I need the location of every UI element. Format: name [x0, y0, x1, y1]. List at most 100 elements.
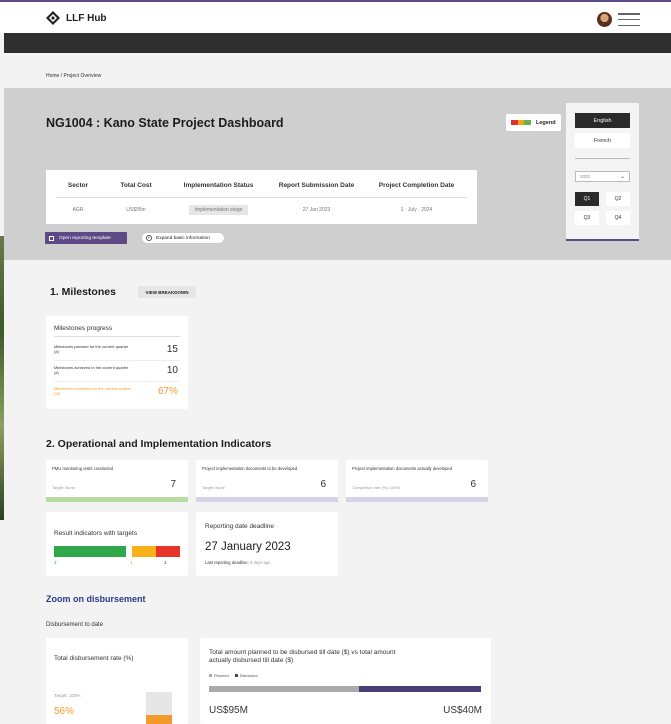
legend-disbursed-label: Disbursed	[239, 673, 258, 678]
header-sector: Sector	[67, 182, 89, 189]
status-bar-green	[46, 497, 188, 502]
amount-legend: Planned Disbursed	[209, 673, 258, 678]
logo-icon	[46, 11, 60, 25]
pmu-value: 7	[170, 479, 176, 490]
french-button[interactable]: French	[575, 133, 630, 148]
result-green-count: 3	[54, 560, 57, 565]
row-divider	[54, 360, 180, 361]
legend-planned-label: Planned	[214, 673, 229, 678]
background-photo-strip	[0, 236, 4, 520]
status-badge: Implementation stage	[188, 205, 249, 215]
disbursement-rate-card: Total disbursement rate (%) Target: 100%…	[46, 638, 188, 724]
expand-label: Expand basic information	[156, 235, 210, 241]
value-sector: AGR	[72, 207, 84, 213]
deadline-date: 27 January 2023	[205, 541, 291, 553]
app-logo[interactable]: LLF Hub	[46, 11, 107, 25]
open-reporting-template-button[interactable]: Open reporting template	[45, 232, 127, 244]
expand-basic-info-button[interactable]: ‣ Expand basic information	[141, 232, 225, 244]
header-total-cost: Total Cost	[120, 182, 152, 189]
planned-value: 15	[166, 344, 178, 355]
amount-bar-disbursed	[358, 686, 481, 692]
completed-label: Milestones completed in the current quar…	[54, 386, 131, 397]
status-bar-lavender	[346, 497, 488, 502]
quarter-q3-button[interactable]: Q3	[575, 211, 599, 225]
value-report-submission-date: 27 Jan 2023	[302, 207, 331, 213]
status-bar-lavender	[196, 497, 338, 502]
docs-developed-card: Project implementation documents actuall…	[346, 460, 488, 502]
docs-to-develop-card: Project implementation documents to be d…	[196, 460, 338, 502]
quarter-q2-button[interactable]: Q2	[606, 192, 630, 206]
milestones-title: 1. Milestones	[50, 286, 116, 298]
disbursement-to-date-label: Disbursement to date	[46, 622, 104, 628]
project-info-table: Sector Total Cost Implementation Status …	[46, 170, 477, 224]
legend-label: Legend	[536, 119, 556, 126]
year-select-value: 2022	[580, 174, 591, 179]
secondary-nav-bar	[4, 33, 671, 53]
english-button[interactable]: English	[575, 113, 630, 128]
last-deadline-value: 9 days ago	[249, 560, 271, 565]
rate-target: Target: 100%	[54, 693, 81, 698]
view-breakdown-button[interactable]: VIEW BREAKDOWN	[138, 286, 196, 298]
docs-actual-label: Project implementation documents actuall…	[352, 466, 453, 471]
card-divider	[54, 336, 180, 337]
docs-dev-label: Project implementation documents to be d…	[202, 466, 298, 471]
quarter-q4-button[interactable]: Q4	[606, 211, 630, 225]
page-title: NG1004 : Kano State Project Dashboard	[46, 116, 284, 130]
app-name: LLF Hub	[66, 12, 107, 24]
value-total-cost: US$95m	[126, 207, 146, 213]
planned-label: Milestones planned for the current quart…	[54, 344, 129, 355]
pmu-label: PMU monitoring visits conducted	[52, 466, 113, 471]
rate-bar-track	[146, 692, 172, 724]
rate-title: Total disbursement rate (%)	[54, 655, 134, 662]
header-report-submission-date: Report Submission Date	[278, 182, 355, 189]
value-implementation-status: Implementation stage	[176, 205, 261, 215]
avatar[interactable]	[597, 12, 612, 27]
filter-panel: English French 2022 ⌄ Q1 Q2 Q3 Q4	[566, 103, 639, 241]
header-implementation-status: Implementation Status	[183, 182, 254, 189]
breadcrumb[interactable]: Home / Project Overview	[46, 73, 101, 79]
docs-dev-value: 6	[320, 479, 326, 490]
top-navbar: LLF Hub	[0, 0, 671, 33]
indicators-title: 2. Operational and Implementation Indica…	[46, 438, 272, 450]
legend-button[interactable]: Legend	[506, 114, 561, 131]
year-select[interactable]: 2022 ⌄	[575, 171, 630, 182]
deadline-label: Reporting date deadline	[205, 523, 275, 530]
result-bar-red	[156, 546, 180, 557]
disbursed-amount: US$40M	[443, 705, 482, 716]
table-divider	[56, 197, 467, 198]
amount-title: Total amount planned to be disbursed til…	[209, 649, 396, 665]
header-project-completion-date: Project Completion Date	[378, 182, 455, 189]
panel-divider	[575, 158, 630, 159]
docs-actual-value: 6	[470, 479, 476, 490]
zoom-disbursement-title: Zoom on disbursement	[46, 594, 146, 604]
chevron-down-icon: ⌄	[619, 174, 625, 180]
reporting-deadline-card: Reporting date deadline 27 January 2023 …	[196, 512, 338, 576]
milestones-card-title: Milestones progress	[54, 325, 113, 332]
result-red-count: 1	[164, 560, 167, 565]
last-deadline-label: Last reporting deadline: 9 days ago	[205, 560, 270, 565]
rate-value: 56%	[54, 706, 75, 717]
row-divider	[54, 381, 180, 382]
hamburger-menu-icon[interactable]	[618, 13, 640, 26]
achieved-label: Milestones achieved in the current quart…	[54, 365, 129, 376]
milestones-progress-card: Milestones progress Milestones planned f…	[46, 316, 188, 409]
rate-bar-fill	[146, 715, 172, 724]
planned-amount: US$95M	[209, 705, 248, 716]
result-label: Result indicators with targets	[54, 530, 138, 537]
legend-planned: Planned	[209, 673, 229, 678]
result-indicators-card: Result indicators with targets 3 1 1	[46, 512, 188, 576]
legend-swatch-icon	[511, 120, 532, 125]
pmu-visits-card: PMU monitoring visits conducted Target: …	[46, 460, 188, 502]
achieved-value: 10	[166, 365, 178, 376]
last-deadline-text: Last reporting deadline:	[205, 560, 249, 565]
pmu-target: Target: None	[52, 485, 75, 490]
result-stacked-bar	[54, 546, 186, 557]
legend-disbursed: Disbursed	[234, 673, 258, 678]
document-icon	[49, 235, 54, 241]
expand-icon: ‣	[146, 235, 152, 241]
disbursement-amount-card: Total amount planned to be disbursed til…	[200, 638, 491, 724]
quarter-q1-button[interactable]: Q1	[575, 192, 599, 206]
open-template-label: Open reporting template	[59, 235, 111, 241]
result-bar-green	[54, 546, 126, 557]
completed-value: 67%	[157, 386, 178, 397]
